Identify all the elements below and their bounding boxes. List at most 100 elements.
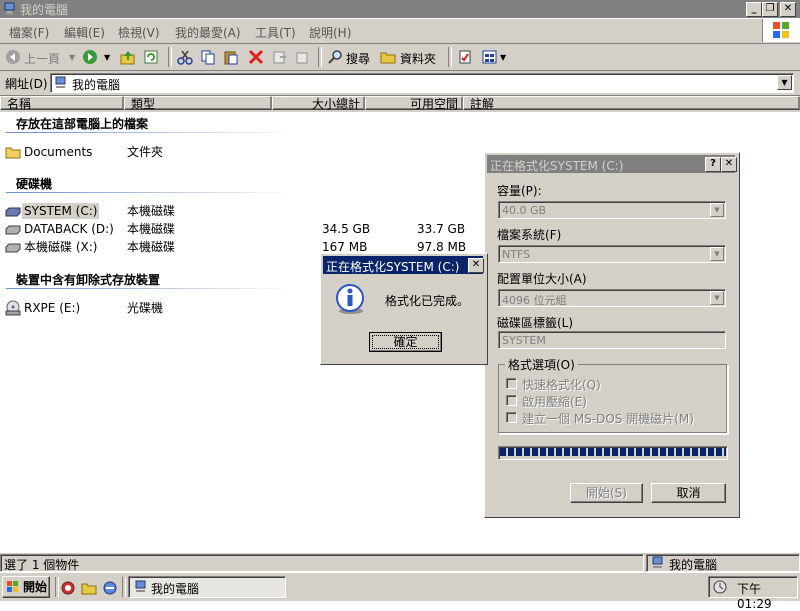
list-item-free: 33.7 GB	[417, 222, 466, 236]
menu-edit[interactable]: 編輯(E)	[64, 24, 105, 41]
group-divider	[6, 132, 296, 133]
list-item-name[interactable]: RXPE (E:)	[24, 300, 80, 316]
help-button[interactable]: ?	[705, 157, 721, 172]
menu-tools[interactable]: 工具(T)	[255, 24, 296, 41]
message-box-title-bar[interactable]: 正在格式化SYSTEM (C:) ✕	[323, 256, 484, 274]
msdos-startup-checkbox[interactable]	[506, 412, 517, 423]
group-header-files: 存放在這部電腦上的檔案	[16, 117, 149, 131]
views-icon[interactable]	[482, 49, 498, 65]
browser-quicklaunch-icon[interactable]	[60, 580, 76, 596]
chevron-down-icon: ▼	[710, 291, 724, 305]
folders-icon[interactable]	[380, 49, 396, 65]
menu-favorites[interactable]: 我的最愛(A)	[175, 24, 241, 41]
views-dropdown-icon[interactable]: ▼	[500, 53, 506, 62]
copy-icon[interactable]	[200, 49, 216, 65]
taskbar-window-label: 我的電腦	[151, 582, 200, 596]
volume-label-input[interactable]: SYSTEM	[498, 331, 726, 349]
menu-file[interactable]: 檔案(F)	[9, 24, 49, 41]
forward-arrow-icon[interactable]	[82, 49, 98, 65]
format-progress-fill	[500, 448, 726, 456]
start-button[interactable]: 開始(S)	[570, 483, 643, 503]
list-item-total: 34.5 GB	[322, 222, 371, 236]
copy-to-icon[interactable]	[294, 49, 310, 65]
column-comment[interactable]: 註解	[463, 96, 800, 111]
menu-view[interactable]: 檢視(V)	[118, 24, 160, 41]
forward-dropdown-icon[interactable]: ▼	[104, 53, 110, 62]
properties-icon[interactable]	[457, 49, 473, 65]
search-icon[interactable]	[327, 49, 343, 65]
file-system-value: NTFS	[502, 248, 531, 261]
sync-icon[interactable]	[143, 49, 159, 65]
taskbar: 開始 我的電腦 下午 01:29	[0, 572, 800, 611]
delete-icon[interactable]	[248, 49, 264, 65]
back-arrow-icon[interactable]	[5, 49, 21, 65]
allocation-size-label: 配置單位大小(A)	[497, 272, 587, 286]
chevron-down-icon: ▼	[710, 203, 724, 217]
start-menu-button[interactable]: 開始	[2, 576, 50, 598]
message-text: 格式化已完成。	[385, 294, 470, 308]
address-bar: 網址(D) 我的電腦 ▼	[0, 71, 800, 96]
allocation-size-select[interactable]: 4096 位元組 ▼	[498, 289, 726, 307]
format-dialog-title-bar[interactable]: 正在格式化SYSTEM (C:) ? ✕	[487, 155, 737, 173]
close-button[interactable]: ✕	[780, 2, 796, 17]
address-dropdown-icon[interactable]: ▼	[777, 75, 792, 90]
column-type[interactable]: 類型	[124, 96, 272, 111]
group-header-removable: 裝置中含有卸除式存放裝置	[16, 273, 161, 287]
taskbar-separator	[55, 577, 59, 597]
back-dropdown-icon[interactable]: ▼	[69, 53, 75, 62]
file-system-select[interactable]: NTFS ▼	[498, 245, 726, 263]
clock[interactable]: 下午 01:29	[737, 580, 797, 611]
search-button-label[interactable]: 搜尋	[346, 50, 370, 67]
ok-button[interactable]: 確定	[369, 332, 442, 352]
column-header: 名稱 類型 大小總計 可用空間 註解	[0, 96, 800, 112]
windows-logo-icon	[6, 580, 20, 594]
toolbar-separator	[448, 47, 452, 67]
ie-quicklaunch-icon[interactable]	[102, 580, 118, 596]
list-item-name[interactable]: DATABACK (D:)	[24, 221, 114, 237]
taskbar-separator	[122, 577, 126, 597]
start-label: 開始	[23, 580, 48, 594]
compression-checkbox[interactable]	[506, 395, 517, 406]
minimize-button[interactable]: _	[746, 2, 762, 17]
capacity-select[interactable]: 40.0 GB ▼	[498, 201, 726, 219]
toolbar-separator	[318, 47, 322, 67]
close-button[interactable]: ✕	[721, 157, 737, 172]
list-item-name[interactable]: SYSTEM (C:)	[22, 203, 100, 219]
taskbar-window-button[interactable]: 我的電腦	[128, 576, 286, 598]
menu-bar: 檔案(F) 編輯(E) 檢視(V) 我的最愛(A) 工具(T) 說明(H)	[0, 19, 800, 44]
close-button[interactable]: ✕	[468, 258, 484, 273]
paste-icon[interactable]	[223, 49, 239, 65]
quick-format-checkbox[interactable]	[506, 378, 517, 389]
hard-drive-icon	[5, 206, 21, 218]
back-button-label[interactable]: 上一頁	[24, 50, 60, 67]
msdos-startup-label: 建立一個 MS-DOS 開機磁片(M)	[522, 412, 694, 426]
status-panel-right: 我的電腦	[646, 554, 800, 572]
address-input[interactable]: 我的電腦 ▼	[50, 73, 794, 93]
up-folder-icon[interactable]	[120, 49, 136, 65]
toolbar-separator	[168, 47, 172, 67]
list-item-type: 本機磁碟	[127, 222, 176, 236]
cancel-button[interactable]: 取消	[651, 483, 726, 503]
allocation-size-value: 4096 位元組	[502, 294, 567, 307]
menu-help[interactable]: 說明(H)	[309, 24, 351, 41]
move-to-icon[interactable]	[272, 49, 288, 65]
column-free-space[interactable]: 可用空間	[365, 96, 463, 111]
column-total-size[interactable]: 大小總計	[272, 96, 365, 111]
explorer-quicklaunch-icon[interactable]	[81, 580, 97, 596]
restore-button[interactable]: ❐	[762, 2, 778, 17]
window-title: 我的電腦	[20, 3, 69, 17]
folders-button-label[interactable]: 資料夾	[400, 50, 436, 67]
cut-icon[interactable]	[177, 49, 193, 65]
window-title-bar[interactable]: 我的電腦 _ ❐ ✕	[0, 0, 800, 18]
quick-format-label: 快速格式化(Q)	[522, 378, 601, 392]
clock-tray-icon[interactable]	[713, 580, 727, 594]
volume-label-value: SYSTEM	[502, 334, 546, 347]
format-progress-bar	[498, 446, 728, 460]
list-item-name[interactable]: 本機磁碟 (X:)	[24, 239, 97, 255]
list-item-name[interactable]: Documents	[24, 144, 92, 160]
format-dialog-title: 正在格式化SYSTEM (C:)	[490, 159, 624, 173]
address-label: 網址(D)	[5, 77, 48, 91]
format-dialog: 正在格式化SYSTEM (C:) ? ✕ 容量(P): 40.0 GB ▼ 檔案…	[484, 152, 740, 518]
group-divider	[6, 288, 296, 289]
column-name[interactable]: 名稱	[0, 96, 124, 111]
